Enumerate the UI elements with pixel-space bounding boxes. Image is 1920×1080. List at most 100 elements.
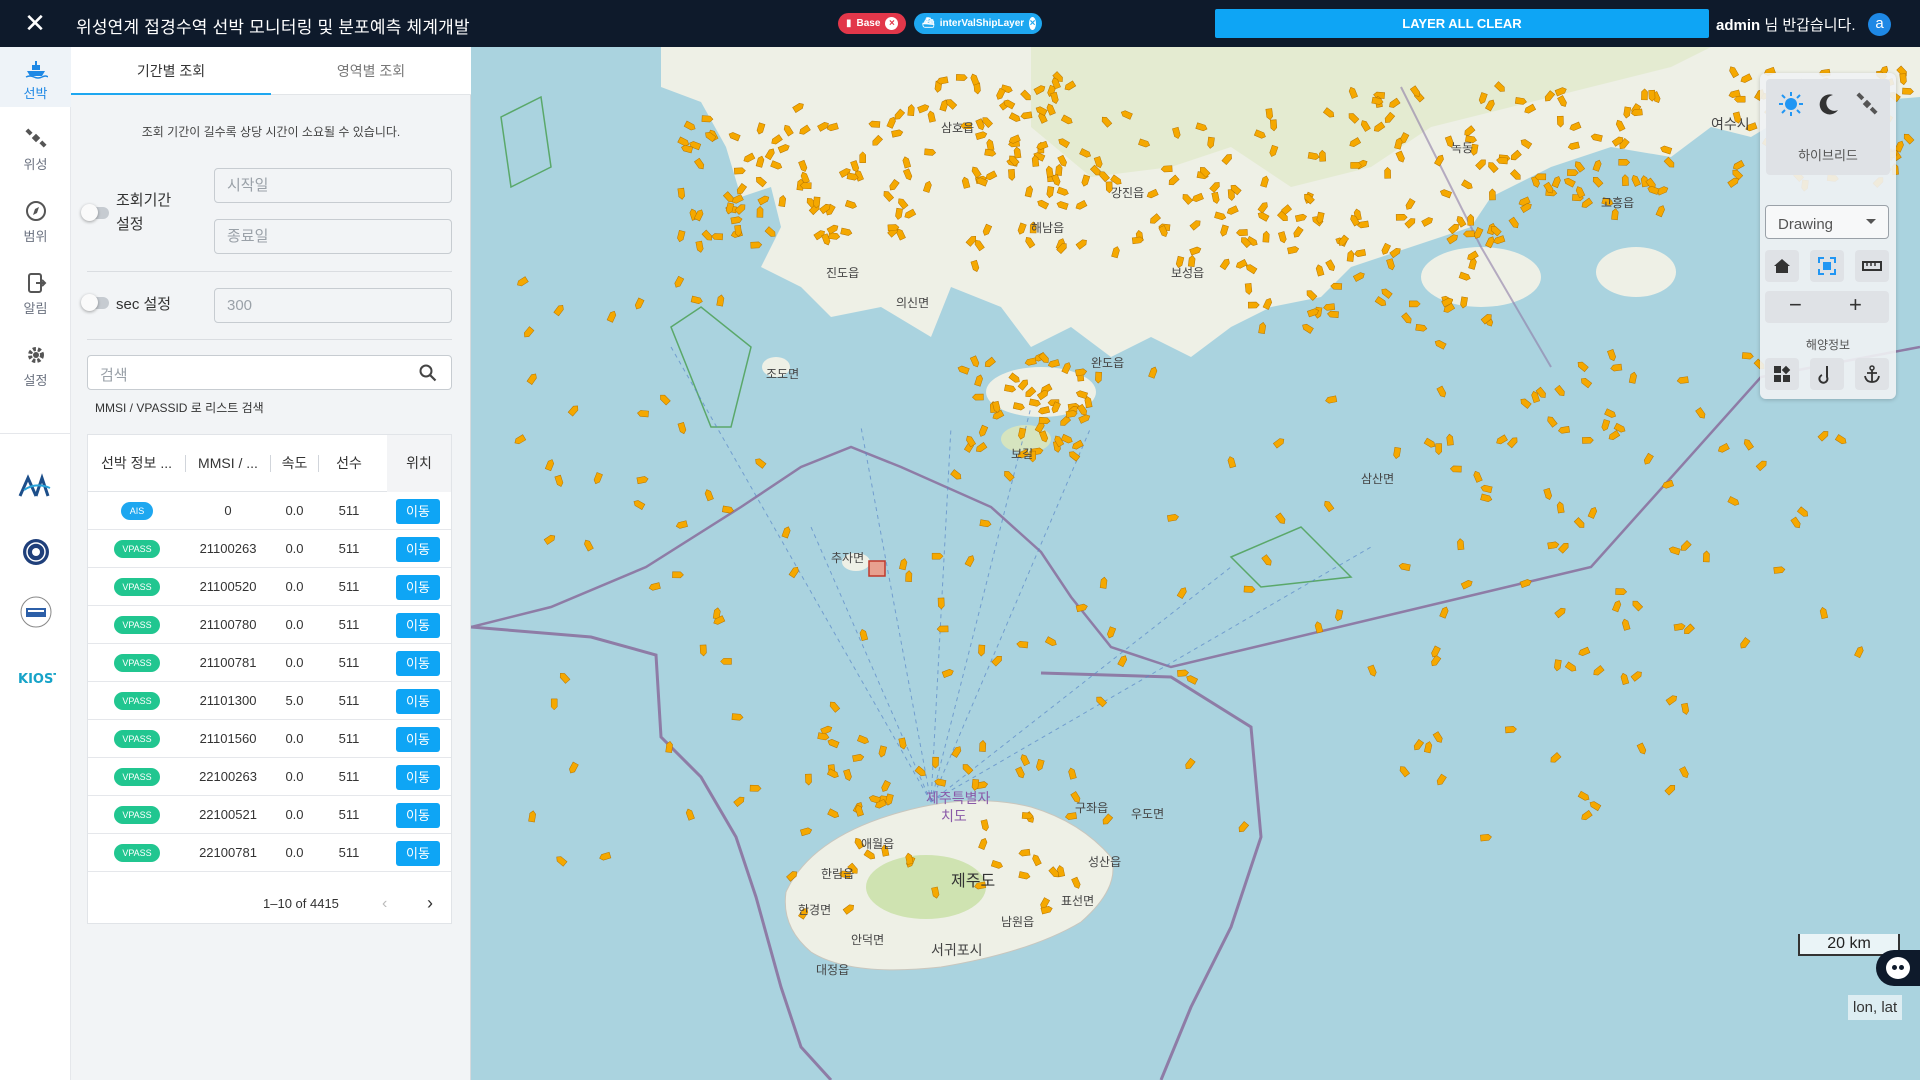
- ship-marker[interactable]: [1607, 349, 1617, 362]
- ship-marker[interactable]: [1556, 501, 1565, 514]
- ship-marker[interactable]: [1374, 296, 1387, 307]
- ship-marker[interactable]: [1607, 430, 1621, 441]
- ship-marker[interactable]: [1796, 506, 1809, 519]
- ship-marker[interactable]: [971, 778, 980, 791]
- ship-marker[interactable]: [957, 365, 970, 375]
- ship-marker[interactable]: [1790, 516, 1802, 529]
- zoom-out-button[interactable]: −: [1789, 292, 1802, 318]
- chevron-left-icon[interactable]: ‹: [382, 895, 387, 913]
- ship-marker[interactable]: [1519, 397, 1532, 409]
- ship-marker[interactable]: [725, 202, 735, 215]
- ship-marker[interactable]: [1243, 585, 1256, 593]
- ship-marker[interactable]: [1148, 366, 1159, 379]
- ship-marker[interactable]: [1592, 665, 1605, 677]
- ship-marker[interactable]: [1068, 767, 1077, 780]
- ship-marker[interactable]: [1380, 287, 1393, 299]
- ship-marker[interactable]: [843, 768, 852, 781]
- fit-extent-button[interactable]: [1810, 250, 1844, 282]
- ship-marker[interactable]: [583, 539, 594, 552]
- nav-item-alert[interactable]: 알림: [0, 262, 71, 322]
- sec-toggle[interactable]: [81, 294, 109, 311]
- ship-marker[interactable]: [1587, 506, 1598, 519]
- chip-close-icon[interactable]: ×: [885, 17, 899, 30]
- ship-marker[interactable]: [950, 469, 963, 482]
- ship-marker[interactable]: [979, 519, 992, 528]
- ship-marker[interactable]: [1679, 540, 1692, 552]
- ship-marker[interactable]: [764, 226, 777, 239]
- ship-marker[interactable]: [972, 393, 984, 401]
- ship-marker[interactable]: [1258, 322, 1267, 334]
- nav-item-range[interactable]: 범위: [0, 190, 71, 250]
- table-row[interactable]: VPASS 21100781 0.0 511 이동: [88, 644, 451, 682]
- ship-marker[interactable]: [1551, 175, 1562, 189]
- ship-marker[interactable]: [685, 808, 695, 821]
- map-view[interactable]: 제주특별자 치도 제주도 서귀포시 해남읍 완도읍 진도읍 여수시 추자면 고흥…: [471, 47, 1920, 1080]
- ship-marker[interactable]: [675, 520, 688, 529]
- measure-button[interactable]: [1855, 250, 1889, 282]
- ship-marker[interactable]: [1592, 159, 1602, 172]
- ship-marker[interactable]: [937, 597, 945, 610]
- ship-marker[interactable]: [1352, 271, 1366, 282]
- nav-item-settings[interactable]: 설정: [0, 334, 71, 394]
- zoom-in-button[interactable]: +: [1849, 292, 1862, 318]
- ship-marker[interactable]: [1019, 753, 1031, 767]
- table-row[interactable]: VPASS 21100520 0.0 511 이동: [88, 568, 451, 606]
- move-button[interactable]: 이동: [396, 651, 440, 676]
- ship-marker[interactable]: [961, 762, 974, 775]
- ship-marker[interactable]: [1176, 586, 1188, 599]
- ship-marker[interactable]: [658, 393, 671, 406]
- satellite-icon[interactable]: [1854, 91, 1880, 117]
- ship-marker[interactable]: [1543, 487, 1553, 500]
- ship-marker[interactable]: [1695, 407, 1707, 419]
- ship-marker[interactable]: [1166, 513, 1179, 522]
- ship-marker[interactable]: [1579, 376, 1593, 389]
- ship-marker[interactable]: [730, 216, 743, 225]
- ship-marker[interactable]: [593, 472, 603, 485]
- ship-marker[interactable]: [1016, 640, 1029, 649]
- ship-marker[interactable]: [1554, 659, 1562, 672]
- ship-marker[interactable]: [1679, 766, 1689, 780]
- ship-marker[interactable]: [914, 765, 927, 778]
- ship-marker[interactable]: [1106, 626, 1117, 639]
- ship-marker[interactable]: [693, 208, 704, 222]
- ship-marker[interactable]: [734, 203, 747, 215]
- move-button[interactable]: 이동: [396, 537, 440, 562]
- ship-marker[interactable]: [1558, 541, 1570, 554]
- ship-marker[interactable]: [941, 668, 954, 679]
- move-button[interactable]: 이동: [396, 841, 440, 866]
- ship-marker[interactable]: [1460, 579, 1474, 590]
- ship-marker[interactable]: [1558, 426, 1570, 434]
- ship-marker[interactable]: [677, 230, 686, 243]
- ship-marker[interactable]: [934, 778, 947, 787]
- ship-marker[interactable]: [1601, 419, 1611, 432]
- sun-icon[interactable]: [1778, 91, 1804, 117]
- ship-marker[interactable]: [1676, 376, 1689, 384]
- ship-marker[interactable]: [555, 855, 568, 867]
- ship-marker[interactable]: [699, 644, 707, 657]
- ship-marker[interactable]: [599, 851, 612, 861]
- move-button[interactable]: 이동: [396, 689, 440, 714]
- ship-marker[interactable]: [1075, 368, 1088, 377]
- move-button[interactable]: 이동: [396, 727, 440, 752]
- ship-marker[interactable]: [1577, 790, 1591, 802]
- ship-marker[interactable]: [1547, 541, 1560, 550]
- ship-marker[interactable]: [1519, 578, 1532, 589]
- ship-marker[interactable]: [1323, 303, 1336, 311]
- column-header-ship-info[interactable]: 선박 정보 ...: [88, 435, 185, 492]
- ship-marker[interactable]: [1409, 300, 1421, 308]
- close-icon[interactable]: ✕: [22, 10, 48, 36]
- table-row[interactable]: VPASS 22100263 0.0 511 이동: [88, 758, 451, 796]
- ship-marker[interactable]: [754, 457, 767, 469]
- ship-marker[interactable]: [1506, 436, 1519, 449]
- chevron-right-icon[interactable]: ›: [427, 893, 433, 914]
- nav-item-ship[interactable]: 선박: [0, 47, 71, 107]
- ship-marker[interactable]: [899, 558, 908, 571]
- column-header-speed[interactable]: 속도: [271, 435, 318, 492]
- ship-marker[interactable]: [1480, 484, 1493, 494]
- ship-marker[interactable]: [711, 233, 724, 241]
- ship-marker[interactable]: [677, 187, 686, 200]
- ship-marker[interactable]: [690, 295, 703, 305]
- ship-marker[interactable]: [1567, 169, 1579, 177]
- start-date-field[interactable]: 시작일: [214, 168, 452, 203]
- ship-marker[interactable]: [828, 700, 841, 713]
